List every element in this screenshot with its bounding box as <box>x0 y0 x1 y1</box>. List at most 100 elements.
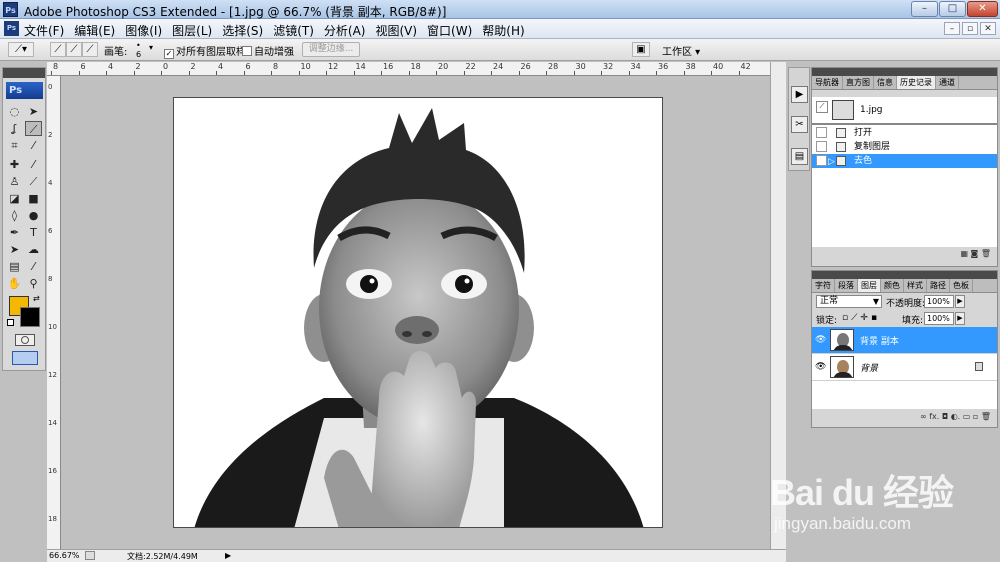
history-brush-icon[interactable]: ⟋ <box>25 174 42 189</box>
history-brush-source-box[interactable] <box>816 127 827 138</box>
layer-comps-icon[interactable]: ▤ <box>791 148 808 165</box>
pen-tool-icon[interactable]: ✒ <box>6 225 23 240</box>
opacity-slider-arrow-icon[interactable]: ▶ <box>955 295 965 308</box>
snapshot-name[interactable]: 1.jpg <box>860 105 883 115</box>
type-tool-icon[interactable]: T <box>25 225 42 240</box>
snapshot-thumbnail[interactable] <box>832 100 854 120</box>
layer-name[interactable]: 背景 <box>860 361 878 374</box>
tab-paths[interactable]: 路径 <box>927 279 950 292</box>
swap-colors-icon[interactable]: ⇄ <box>33 294 40 303</box>
sample-all-layers-checkbox[interactable]: ✓ 对所有图层取样 <box>164 43 246 59</box>
brush-size-picker[interactable]: • 6 <box>136 41 141 59</box>
panel-grip[interactable] <box>812 271 997 279</box>
menu-file[interactable]: 文件(F) <box>24 22 64 39</box>
doc-close-button[interactable]: ✕ <box>980 22 996 35</box>
status-info-icon[interactable] <box>85 551 95 560</box>
menu-view[interactable]: 视图(V) <box>375 22 417 39</box>
background-color-swatch[interactable] <box>20 307 40 327</box>
opacity-input[interactable]: 100% <box>924 295 954 308</box>
panel-grip[interactable] <box>812 68 997 76</box>
tab-channels[interactable]: 通道 <box>936 76 959 89</box>
blend-mode-select[interactable]: 正常 ▼ <box>816 295 882 308</box>
menu-filter[interactable]: 滤镜(T) <box>273 22 314 39</box>
menu-analysis[interactable]: 分析(A) <box>324 22 366 39</box>
tab-styles[interactable]: 样式 <box>904 279 927 292</box>
notes-tool-icon[interactable]: ▤ <box>6 259 23 274</box>
tool-palette-icon[interactable]: ▣ <box>632 42 650 57</box>
lasso-tool-icon[interactable]: ʆ <box>6 121 23 136</box>
tab-histogram[interactable]: 直方图 <box>843 76 874 89</box>
history-brush-source-box[interactable] <box>816 141 827 152</box>
shape-tool-icon[interactable]: ☁ <box>25 242 42 257</box>
snapshot-brush-icon[interactable]: ⟋ <box>816 101 828 113</box>
slice-tool-icon[interactable]: ⁄ <box>25 138 42 153</box>
hand-tool-icon[interactable]: ✋ <box>6 276 23 291</box>
crop-tool-icon[interactable]: ⌗ <box>6 138 23 153</box>
history-step[interactable]: 复制图层 <box>812 140 997 154</box>
toolbox-grip[interactable] <box>3 68 45 78</box>
layer-row-selected[interactable]: 👁 背景 副本 <box>812 327 997 354</box>
refine-edge-button[interactable]: 调整边缘... <box>302 42 360 57</box>
path-selection-icon[interactable]: ➤ <box>6 242 23 257</box>
marquee-tool-icon[interactable]: ◌ <box>6 104 23 119</box>
layer-name[interactable]: 背景 副本 <box>860 334 899 347</box>
zoom-level[interactable]: 66.67% <box>49 551 80 560</box>
quick-selection-tool-icon[interactable]: ⟋ <box>25 121 42 136</box>
tab-paragraph[interactable]: 段落 <box>835 279 858 292</box>
eyedropper-tool-icon[interactable]: ⁄ <box>25 259 42 274</box>
actions-panel-icon[interactable]: ▶ <box>791 86 808 103</box>
menu-image[interactable]: 图像(I) <box>125 22 162 39</box>
dodge-tool-icon[interactable]: ● <box>25 208 42 223</box>
tool-presets-icon[interactable]: ✂ <box>791 116 808 133</box>
visibility-eye-icon[interactable]: 👁 <box>815 335 826 345</box>
brush-tool-icon[interactable]: ⁄ <box>25 157 42 172</box>
status-menu-arrow-icon[interactable]: ▶ <box>225 551 231 560</box>
menu-help[interactable]: 帮助(H) <box>482 22 524 39</box>
lock-options-icons[interactable]: ▫⟋✛▪ <box>842 313 880 323</box>
zoom-tool-icon[interactable]: ⚲ <box>25 276 42 291</box>
tab-info[interactable]: 信息 <box>874 76 897 89</box>
history-step-selected[interactable]: ▷ 去色 <box>812 154 997 168</box>
menu-window[interactable]: 窗口(W) <box>427 22 472 39</box>
subtract-selection-icon[interactable]: ⟋ <box>82 42 98 57</box>
auto-enhance-checkbox[interactable]: 自动增强 <box>242 43 294 58</box>
fill-input[interactable]: 100% <box>924 312 954 325</box>
visibility-eye-icon[interactable]: 👁 <box>815 362 826 372</box>
fill-slider-arrow-icon[interactable]: ▶ <box>955 312 965 325</box>
tab-color[interactable]: 颜色 <box>881 279 904 292</box>
screen-mode-icon[interactable] <box>12 351 38 365</box>
move-tool-icon[interactable]: ➤ <box>25 104 42 119</box>
chevron-down-icon[interactable]: ▾ <box>149 43 153 52</box>
healing-brush-icon[interactable]: ✚ <box>6 157 23 172</box>
document-canvas[interactable] <box>173 97 663 528</box>
history-brush-source-box[interactable] <box>816 155 827 166</box>
photoshop-logo[interactable]: Ps <box>6 82 43 99</box>
doc-restore-button[interactable]: ▫ <box>962 22 978 35</box>
menu-edit[interactable]: 编辑(E) <box>74 22 115 39</box>
tab-navigator[interactable]: 导航器 <box>812 76 843 89</box>
layer-thumbnail[interactable] <box>830 356 854 378</box>
default-colors-icon[interactable] <box>7 319 14 326</box>
layers-panel-footer-icons[interactable]: ∞ fx. ◘ ◐. ▭ ▫ 🗑 <box>812 412 997 426</box>
minimize-button[interactable]: – <box>911 1 938 17</box>
tool-preset-picker[interactable]: ⟋▾ <box>8 42 34 57</box>
tab-swatches[interactable]: 色板 <box>950 279 973 292</box>
layer-thumbnail[interactable] <box>830 329 854 351</box>
menu-select[interactable]: 选择(S) <box>222 22 263 39</box>
tab-character[interactable]: 字符 <box>812 279 835 292</box>
maximize-button[interactable]: □ <box>939 1 966 17</box>
workspace-menu-button[interactable]: 工作区 ▾ <box>662 43 700 58</box>
tab-layers[interactable]: 图层 <box>858 279 881 292</box>
doc-minimize-button[interactable]: – <box>944 22 960 35</box>
layer-row[interactable]: 👁 背景 <box>812 354 997 381</box>
blur-tool-icon[interactable]: ◊ <box>6 208 23 223</box>
menu-layer[interactable]: 图层(L) <box>172 22 212 39</box>
clone-stamp-icon[interactable]: ♙ <box>6 174 23 189</box>
eraser-tool-icon[interactable]: ◪ <box>6 191 23 206</box>
new-selection-icon[interactable]: ⟋ <box>50 42 66 57</box>
history-step[interactable]: 打开 <box>812 126 997 140</box>
gradient-tool-icon[interactable]: ■ <box>25 191 42 206</box>
tab-history[interactable]: 历史记录 <box>897 76 936 89</box>
document-icon[interactable]: Ps <box>4 21 19 36</box>
history-panel-footer-icons[interactable]: ▦ ◙ 🗑 <box>812 249 997 263</box>
